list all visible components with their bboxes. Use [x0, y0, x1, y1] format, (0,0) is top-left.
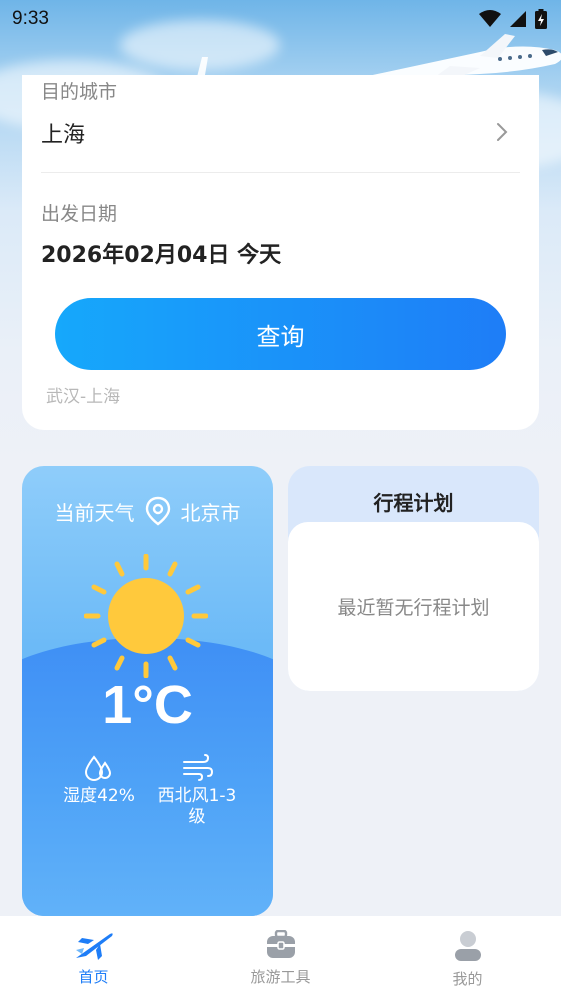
destination-value: 上海 [41, 123, 86, 148]
wifi-icon [479, 10, 501, 27]
status-bar: 9:33 [0, 0, 561, 38]
nav-label-home: 首页 [78, 968, 109, 986]
nav-item-home[interactable]: 首页 [0, 916, 187, 999]
destination-label: 目的城市 [41, 81, 118, 103]
trip-plan-empty: 最近暂无行程计划 [288, 522, 539, 691]
trip-plan-empty-text: 最近暂无行程计划 [337, 597, 490, 619]
bottom-navigation: 首页 旅游工具 我的 [0, 916, 561, 999]
battery-icon [535, 9, 547, 29]
sunny-icon [84, 554, 208, 678]
temperature: 1°C [102, 675, 193, 735]
status-time: 9:33 [12, 8, 49, 29]
nav-label-mine: 我的 [452, 970, 483, 988]
date-label: 出发日期 [41, 203, 118, 225]
date-value: 2026年02月04日 今天 [41, 243, 282, 268]
humidity-text: 湿度42% [63, 786, 135, 806]
humidity-icon [84, 755, 112, 782]
date-selector[interactable]: 2026年02月04日 今天 [41, 237, 521, 273]
humidity-metric: 湿度42% [44, 754, 154, 807]
query-button[interactable]: 查询 [55, 298, 506, 370]
nav-item-travel-tools[interactable]: 旅游工具 [187, 916, 374, 999]
nav-item-mine[interactable]: 我的 [374, 916, 561, 999]
plane-icon [75, 933, 113, 960]
suitcase-icon [266, 930, 295, 958]
trip-plan-card[interactable]: 行程计划 最近暂无行程计划 [288, 466, 539, 691]
weather-header: 当前天气 北京市 [22, 496, 273, 526]
weather-title: 当前天气 [54, 500, 135, 525]
weather-location[interactable]: 北京市 [181, 497, 241, 526]
search-history-route[interactable]: 武汉-上海 [46, 382, 120, 407]
trip-plan-title: 行程计划 [373, 491, 454, 515]
signal-icon [510, 11, 526, 27]
wind-metric: 西北风1-3级 [140, 754, 254, 828]
wind-icon [183, 754, 213, 781]
search-form-card: 目的城市 上海 出发日期 2026年02月04日 今天 查询 武汉-上海 [22, 75, 539, 430]
nav-label-travel-tools: 旅游工具 [250, 968, 311, 986]
weather-card: 当前天气 北京市 1°C 湿度42% 西北风1-3级 [22, 466, 273, 916]
location-pin-icon [145, 496, 170, 526]
user-icon [454, 931, 481, 961]
destination-selector[interactable]: 上海 [22, 105, 539, 165]
chevron-right-icon [497, 123, 508, 141]
status-icons [479, 9, 547, 29]
wind-text: 西北风1-3级 [157, 786, 237, 827]
divider [41, 172, 520, 173]
